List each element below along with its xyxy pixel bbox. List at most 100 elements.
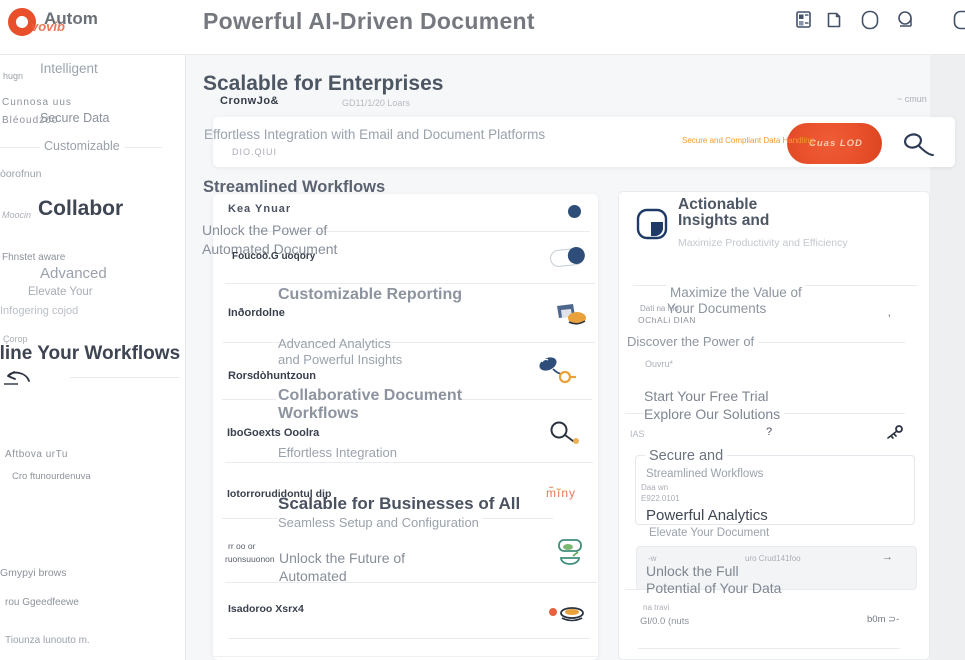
cta-solutions[interactable]: Explore Our Solutions bbox=[644, 406, 784, 423]
tick-glyph: ’ bbox=[888, 312, 891, 327]
secure-box-glitch: Daa wn bbox=[641, 483, 668, 493]
divider bbox=[213, 656, 598, 657]
feature-glitch: Foucoò.G uoqory bbox=[232, 251, 315, 263]
compliance-note: Secure and Compliant Data Handling bbox=[682, 136, 814, 146]
sidebar: hugn Intelligent Cunnosa uus Bléoudzöö S… bbox=[0, 55, 186, 660]
feature-glitch: Kea Ynuar bbox=[228, 203, 291, 216]
insights-title2: Insights and bbox=[678, 212, 769, 231]
value-text2: Your Documents bbox=[667, 301, 766, 317]
sidebar-glitch: rou Ggeedfeewe bbox=[5, 597, 79, 609]
app-window: vovib Autom Powerful AI-Driven Document … bbox=[0, 0, 965, 660]
divider bbox=[222, 399, 276, 400]
logo-text: Autom bbox=[44, 9, 98, 30]
feature-text: and Powerful Insights bbox=[278, 352, 402, 368]
feature-title-collab[interactable]: Collaborative Document bbox=[278, 386, 462, 406]
sidebar-glitch: Cro ftunourdenuva bbox=[12, 471, 91, 483]
divider bbox=[70, 377, 180, 378]
sidebar-glitch: Fhnstet aware bbox=[2, 252, 65, 264]
sidebar-item-advanced[interactable]: Advanced bbox=[40, 265, 107, 283]
potential-title2: Potential of Your Data bbox=[646, 580, 781, 597]
sidebar-glitch: Cunnosa uus bbox=[2, 97, 72, 109]
feature-glitch: rr oo or bbox=[228, 541, 255, 551]
undo-arrow-icon[interactable] bbox=[2, 365, 34, 387]
feature-text: Unlock the Future of bbox=[279, 550, 405, 567]
key-icon bbox=[884, 424, 904, 440]
clipped-panel-icon[interactable] bbox=[953, 10, 965, 30]
section-heading: Streamlined Workflows bbox=[203, 177, 385, 197]
email-glitch-label: ~ cmun bbox=[897, 94, 927, 105]
orange-glitch: m̃ĩny bbox=[546, 486, 576, 501]
main-heading: Scalable for Enterprises bbox=[203, 71, 443, 97]
sidebar-item-secure-data[interactable]: Secure Data bbox=[40, 111, 109, 126]
feature-text: Unlock the Power of bbox=[202, 222, 327, 239]
bottom-glitch: na travi bbox=[643, 603, 669, 613]
heading-glitch: GD11/1/20 Loars bbox=[342, 98, 410, 109]
insights-subtitle: Maximize Productivity and Efficiency bbox=[678, 237, 848, 250]
cta-free-trial[interactable]: Start Your Free Trial bbox=[644, 388, 769, 405]
sidebar-item-customizable[interactable]: Customizable bbox=[40, 139, 124, 154]
feature-glitch: Rorsdòhuntzoun bbox=[228, 370, 316, 383]
sidebar-heading-workflows: nline Your Workflows bbox=[0, 342, 180, 365]
sidebar-glitch: òorofnun bbox=[0, 168, 41, 181]
logo[interactable]: vovib Autom bbox=[0, 0, 120, 55]
help-glyph[interactable]: ? bbox=[766, 426, 772, 439]
secure-box-title: Secure and bbox=[645, 448, 727, 466]
divider bbox=[225, 283, 595, 284]
feature-text: Automated bbox=[279, 568, 347, 585]
arrow-glyph[interactable]: → bbox=[882, 551, 893, 564]
analytics-box-sub: Elevate Your Document bbox=[646, 526, 772, 540]
sidebar-item-elevate-your[interactable]: Elevate Your bbox=[28, 285, 93, 299]
eco-doodle-icon bbox=[553, 538, 585, 568]
profile-icon[interactable] bbox=[896, 10, 914, 30]
feature-title-scalable[interactable]: Scalable for Businesses of All bbox=[278, 494, 520, 515]
divider bbox=[460, 399, 592, 400]
search-bar-text: Effortless Integration with Email and Do… bbox=[204, 127, 545, 143]
feature-text: Seamless Setup and Configuration bbox=[278, 515, 482, 531]
analytics-box-title: Powerful Analytics bbox=[646, 507, 768, 525]
feature-text: Effortless Integration bbox=[278, 445, 397, 461]
sidebar-heading-collabor[interactable]: Collabor bbox=[38, 196, 123, 222]
potential-title: Unlock the Full bbox=[646, 563, 739, 580]
feature-glitch: IboGoexts Ooolra bbox=[227, 427, 319, 440]
feature-glitch: Isadoroo Xsrx4 bbox=[228, 603, 304, 616]
report-doodle-icon bbox=[555, 302, 587, 328]
divider bbox=[638, 648, 900, 649]
sidebar-glitch: Gmypyi brows bbox=[0, 567, 67, 580]
bottom-glitch2: Gl/0.0 (nuts bbox=[640, 616, 689, 628]
feature-title-collab2[interactable]: Workflows bbox=[278, 404, 359, 424]
insights-logo-icon bbox=[636, 208, 668, 240]
potential-glitch2: uro Crud141foo bbox=[745, 554, 801, 564]
magnifier-doodle-icon bbox=[548, 421, 584, 445]
sidebar-glitch: hugn bbox=[3, 71, 23, 82]
discover-glitch: Ouvru* bbox=[645, 359, 673, 370]
secure-box-sub: Streamlined Workflows bbox=[646, 467, 763, 481]
feature-text: Advanced Analytics bbox=[278, 336, 391, 352]
feature-glitch: Inðordolne bbox=[228, 307, 285, 320]
bottom-right-glitch: b0m ⊃- bbox=[867, 614, 899, 626]
topbar: vovib Autom Powerful AI-Driven Document bbox=[0, 0, 965, 55]
sidebar-glitch: Tiounza lunouto m. bbox=[5, 635, 90, 647]
feature-glitch: ruonsuuonon bbox=[225, 554, 275, 564]
divider bbox=[225, 462, 593, 463]
sidebar-item-intelligent[interactable]: Intelligent bbox=[40, 61, 98, 77]
sidebar-glitch: Aftbova urTu bbox=[5, 449, 68, 461]
file-icon[interactable] bbox=[826, 11, 842, 29]
sidebar-glitch: Moocin bbox=[2, 210, 31, 221]
inbox-doodle-icon bbox=[548, 605, 584, 623]
search-bar-glitch: DIO.QIUI bbox=[232, 147, 277, 158]
page-title: Powerful AI-Driven Document bbox=[203, 7, 535, 35]
secure-box-glitch2: E922.0101 bbox=[641, 494, 680, 504]
discover-text: Discover the Power of bbox=[623, 334, 758, 350]
divider bbox=[228, 638, 590, 639]
sidebar-glitch: Infogering cojod bbox=[0, 305, 78, 318]
row-glitch: IAS bbox=[630, 429, 645, 440]
search-icon[interactable] bbox=[902, 133, 936, 159]
grid-icon[interactable] bbox=[796, 11, 812, 29]
analytics-doodle-icon bbox=[537, 356, 577, 384]
squircle-icon[interactable] bbox=[861, 10, 879, 30]
heading-glitch: CronwJo& bbox=[220, 95, 279, 108]
value-text: Maximize the Value of bbox=[667, 285, 805, 301]
feature-title-reporting[interactable]: Customizable Reporting bbox=[278, 285, 462, 305]
cta-button-label: Cuas LOD bbox=[809, 138, 863, 149]
bullet-dot-icon bbox=[568, 205, 581, 218]
